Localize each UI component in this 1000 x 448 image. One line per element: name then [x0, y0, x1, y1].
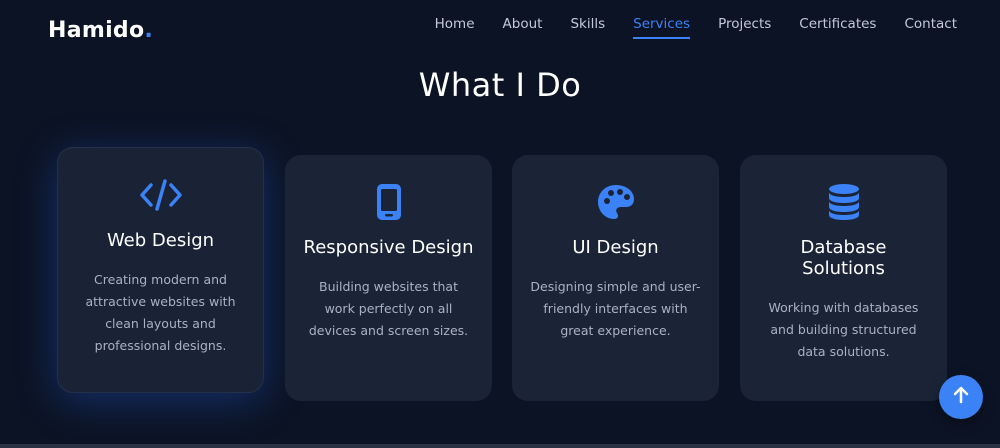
service-title: Database Solutions [800, 237, 887, 279]
service-description: Designing simple and user-friendly inter… [530, 279, 701, 338]
service-card-database-solutions[interactable]: Database Solutions Working with database… [740, 155, 947, 401]
mobile-icon [303, 183, 474, 221]
nav-link-certificates[interactable]: Certificates [799, 16, 876, 39]
palette-icon [530, 183, 701, 221]
service-title: Responsive Design [303, 237, 474, 258]
nav-link-skills[interactable]: Skills [570, 16, 605, 39]
database-icon [758, 183, 929, 221]
page-bottom-divider [0, 444, 1000, 448]
main-nav: Home About Skills Services Projects Cert… [407, 16, 957, 39]
service-description: Building websites that work perfectly on… [308, 279, 469, 338]
section-title: What I Do [418, 66, 582, 104]
service-card-web-design[interactable]: Web Design Creating modern and attractiv… [57, 147, 264, 393]
service-description: Creating modern and attractive websites … [85, 272, 236, 353]
nav-link-about[interactable]: About [503, 16, 543, 39]
nav-link-home[interactable]: Home [435, 16, 475, 39]
nav-link-projects[interactable]: Projects [718, 16, 771, 39]
brand-dot: . [144, 18, 154, 43]
code-icon [76, 176, 245, 214]
brand-name: Hamido [48, 18, 145, 43]
service-card-ui-design[interactable]: UI Design Designing simple and user-frie… [512, 155, 719, 401]
service-title: Web Design [106, 230, 215, 251]
nav-link-services[interactable]: Services [633, 16, 691, 39]
service-title: UI Design [572, 237, 659, 258]
service-description: Working with databases and building stru… [768, 300, 919, 359]
service-card-responsive-design[interactable]: Responsive Design Building websites that… [285, 155, 492, 401]
nav-link-contact[interactable]: Contact [904, 16, 957, 39]
scroll-to-top-button[interactable] [939, 375, 983, 419]
arrow-up-icon [953, 386, 969, 408]
brand-logo[interactable]: Hamido. [48, 18, 153, 43]
